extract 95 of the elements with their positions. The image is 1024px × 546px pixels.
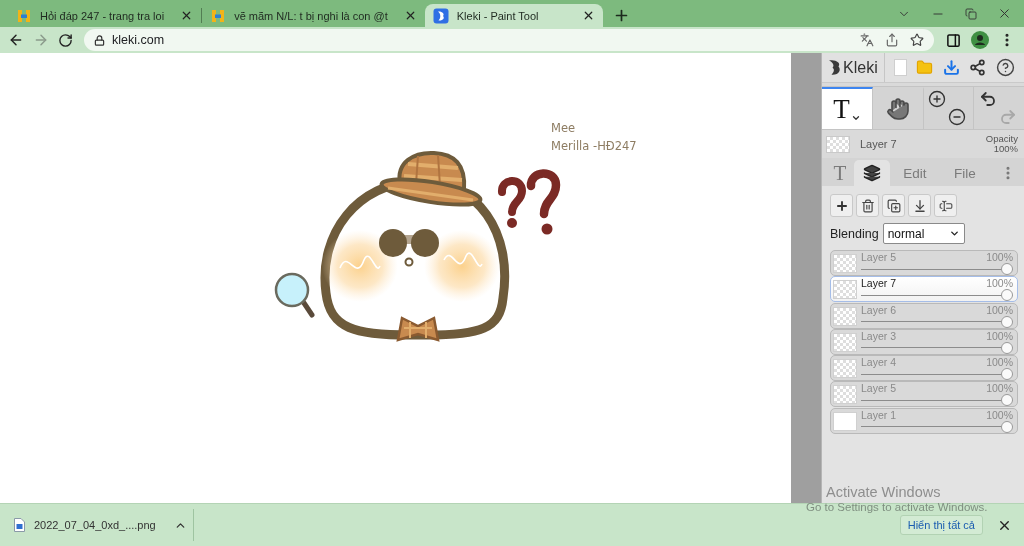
blend-mode-select[interactable]: normal	[882, 223, 965, 244]
undo-icon[interactable]	[979, 90, 998, 108]
caret-icon[interactable]	[850, 113, 861, 123]
blending-label: Blending	[830, 226, 879, 241]
slider-thumb[interactable]	[1001, 368, 1013, 381]
lock-icon[interactable]	[94, 34, 105, 46]
layer-name: Layer 5	[861, 383, 897, 395]
layer-row[interactable]: Layer 4 100%	[830, 355, 1018, 382]
favicon-icon	[16, 7, 32, 24]
plus-icon	[834, 198, 849, 213]
zoom-out-icon[interactable]	[948, 108, 967, 126]
slider-thumb[interactable]	[1001, 263, 1013, 275]
layer-opacity-value: 100%	[986, 357, 1013, 369]
activation-notice-text: Go to Settings to activate Windows.	[806, 501, 988, 513]
browser-tab[interactable]: Kleki - Paint Tool	[424, 4, 603, 27]
star-icon[interactable]	[910, 33, 924, 47]
reload-icon[interactable]	[58, 32, 73, 48]
hand-icon	[885, 97, 910, 121]
add-layer-button[interactable]	[830, 194, 853, 217]
restore-icon[interactable]	[965, 7, 977, 20]
slider-thumb[interactable]	[1001, 289, 1013, 302]
text-tool-button[interactable]: T	[822, 87, 873, 129]
layer-thumbnail	[833, 411, 857, 431]
help-icon[interactable]	[996, 58, 1016, 77]
chevron-icon	[948, 228, 960, 239]
layer-name: Layer 5	[861, 252, 897, 263]
layer-row[interactable]: Layer 7 100%	[830, 276, 1018, 303]
canvas-text: Mee	[551, 121, 576, 135]
layers-icon	[863, 164, 881, 182]
slider-thumb[interactable]	[1001, 394, 1013, 407]
share-icon[interactable]	[969, 59, 987, 76]
address-bar[interactable]: kleki.com	[84, 29, 934, 51]
layer-opacity-value: 100%	[986, 304, 1013, 316]
show-all-button[interactable]: Hiển thị tất cả	[899, 515, 983, 535]
layer-thumbnail	[833, 280, 857, 300]
opacity-label: Opacity	[985, 133, 1018, 144]
layer-row[interactable]: Layer 1 100%	[830, 407, 1018, 434]
text-cursor-icon	[938, 198, 953, 213]
layer-name: Layer 3	[861, 330, 897, 342]
layer-thumbnail	[833, 306, 857, 326]
zoom-in-icon[interactable]	[928, 90, 947, 108]
back-icon[interactable]	[8, 32, 24, 48]
activation-notice-title: Activate Windows	[826, 484, 941, 500]
layer-name: Layer 4	[861, 357, 897, 369]
layer-row[interactable]: Layer 3 100%	[830, 328, 1018, 355]
favicon-icon	[210, 7, 227, 24]
duplicate-icon	[886, 198, 901, 213]
layer-row[interactable]: Layer 5 100%	[830, 250, 1018, 276]
opacity-value: 100%	[993, 144, 1018, 155]
layer-row[interactable]: Layer 5 100%	[830, 381, 1018, 408]
layers-tab[interactable]	[854, 160, 890, 186]
browser-tab[interactable]: vẽ mãm N/L: t bị nghi là con @t	[202, 4, 425, 27]
slider-thumb[interactable]	[1001, 341, 1013, 354]
layer-name: Layer 6	[861, 304, 897, 316]
arrow-down-to-line-icon	[912, 198, 927, 213]
layer-thumbnail	[833, 359, 857, 379]
layer-opacity-value: 100%	[986, 383, 1013, 395]
file-icon	[14, 518, 25, 532]
layer-opacity-value: 100%	[986, 278, 1013, 290]
download-icon[interactable]	[942, 59, 960, 76]
question-mark-drawing	[498, 177, 526, 228]
logo-text: Kleki	[843, 58, 878, 77]
layer-thumbnail	[833, 254, 857, 273]
logo-icon	[827, 59, 842, 76]
rename-layer-button[interactable]	[934, 194, 957, 217]
layer-opacity-value: 100%	[986, 409, 1013, 421]
layer-name: Layer 1	[861, 409, 897, 421]
question-mark-drawing	[526, 169, 561, 235]
delete-layer-button[interactable]	[856, 194, 879, 217]
browser-tab[interactable]: Hỏi đáp 247 - trang tra loi	[8, 4, 202, 27]
trash-icon	[860, 198, 875, 213]
download-item[interactable]: 2022_07_04_0xd_....png	[14, 518, 187, 532]
panel-tab[interactable]: Edit	[890, 160, 940, 186]
layer-thumbnail	[833, 332, 857, 352]
layer-row[interactable]: Layer 6 100%	[830, 302, 1018, 329]
layer-name: Layer 7	[861, 278, 897, 290]
duplicate-layer-button[interactable]	[882, 194, 905, 217]
share-icon[interactable]	[885, 33, 899, 47]
translate-icon[interactable]	[860, 33, 874, 47]
panel-tab[interactable]: File	[940, 160, 990, 186]
layer-opacity-value: 100%	[986, 252, 1013, 263]
favicon-icon	[432, 7, 449, 24]
layer-thumbnail	[826, 135, 850, 153]
merge-layer-button[interactable]	[908, 194, 931, 217]
slider-thumb[interactable]	[1001, 420, 1013, 433]
current-layer-name: Layer 7	[860, 138, 897, 150]
layer-thumbnail	[833, 385, 857, 405]
canvas-text: Merilla -HĐ247	[551, 139, 637, 153]
profile-avatar-icon[interactable]	[971, 31, 989, 49]
close-icon[interactable]	[997, 6, 1012, 21]
side-panel-icon[interactable]	[946, 32, 961, 48]
layer-opacity-value: 100%	[986, 330, 1013, 342]
slider-thumb[interactable]	[1001, 315, 1013, 328]
magnifier-drawing	[274, 272, 315, 318]
text-tab[interactable]: T	[826, 160, 854, 186]
